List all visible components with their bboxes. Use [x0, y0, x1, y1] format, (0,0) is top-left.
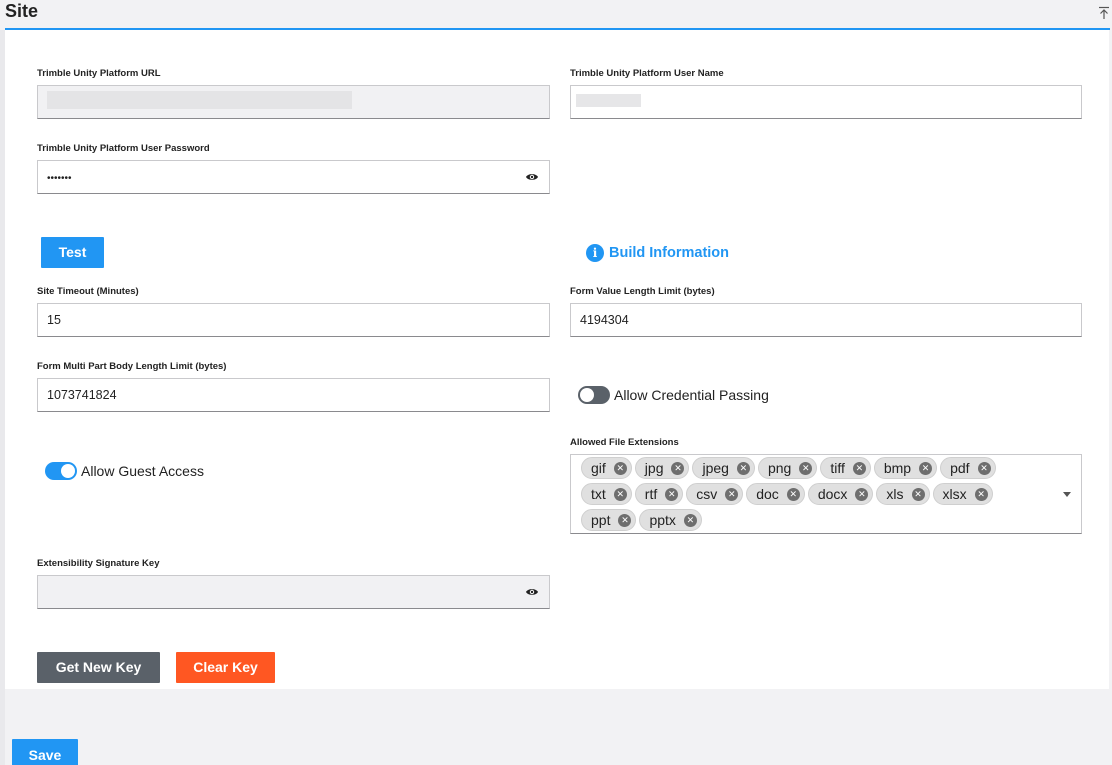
remove-chip-icon[interactable]: ✕ [799, 461, 813, 475]
extension-chip: ppt ✕ [581, 509, 637, 531]
allowed-extensions-select[interactable]: gif ✕ jpg ✕ jpeg ✕ png ✕ tiff ✕ bmp ✕ pdf ✕ txt ✕ rtf ✕ cs… [570, 454, 1082, 534]
extension-chip-label: rtf [644, 486, 658, 502]
redacted-value [47, 91, 352, 109]
extension-chip-label: ppt [591, 512, 611, 528]
extension-chip: doc ✕ [746, 483, 805, 505]
info-icon: i [586, 244, 604, 262]
multipart-limit-input[interactable]: 1073741824 [37, 378, 550, 412]
extension-chip-label: pptx [649, 512, 676, 528]
extension-chip: png ✕ [757, 457, 818, 479]
extension-chip: rtf ✕ [634, 483, 684, 505]
guest-access-toggle[interactable] [45, 462, 77, 480]
remove-chip-icon[interactable]: ✕ [613, 461, 627, 475]
build-information-link[interactable]: i Build Information [586, 244, 729, 262]
remove-chip-icon[interactable]: ✕ [786, 487, 800, 501]
extension-chip: txt ✕ [581, 483, 632, 505]
chevron-down-icon[interactable] [1063, 492, 1071, 497]
toggle-knob [580, 388, 594, 402]
form-value-limit-label: Form Value Length Limit (bytes) [570, 286, 715, 297]
collapse-top-icon[interactable] [1098, 6, 1110, 20]
extension-chip-label: tiff [830, 460, 845, 476]
remove-chip-icon[interactable]: ✕ [618, 513, 632, 527]
toggle-knob [61, 464, 75, 478]
extension-chip-label: csv [696, 486, 718, 502]
extension-chip-label: xlsx [942, 486, 967, 502]
guest-access-toggle-row: Allow Guest Access [45, 462, 204, 480]
platform-password-field[interactable]: ••••••• [37, 160, 550, 194]
build-information-label: Build Information [609, 245, 730, 261]
credential-passing-label: Allow Credential Passing [614, 387, 769, 403]
extension-chip: bmp ✕ [873, 457, 938, 479]
signature-key-field[interactable] [37, 575, 550, 609]
remove-chip-icon[interactable]: ✕ [852, 461, 866, 475]
remove-chip-icon[interactable]: ✕ [911, 487, 925, 501]
remove-chip-icon[interactable]: ✕ [683, 513, 697, 527]
clear-key-button[interactable]: Clear Key [176, 652, 275, 683]
redacted-value [576, 94, 641, 107]
multipart-limit-label: Form Multi Part Body Length Limit (bytes… [37, 361, 227, 372]
remove-chip-icon[interactable]: ✕ [974, 487, 988, 501]
extension-chip-label: gif [591, 460, 606, 476]
platform-password-value: ••••••• [47, 173, 72, 184]
remove-chip-icon[interactable]: ✕ [855, 487, 869, 501]
extension-chip: jpeg ✕ [692, 457, 755, 479]
extension-chip-label: jpeg [702, 460, 729, 476]
extension-chip-label: xls [886, 486, 904, 502]
extension-chip: xlsx ✕ [932, 483, 993, 505]
platform-url-field[interactable] [37, 85, 550, 119]
remove-chip-icon[interactable]: ✕ [977, 461, 991, 475]
credential-passing-toggle-row: Allow Credential Passing [578, 386, 769, 404]
extension-chip: pptx ✕ [639, 509, 702, 531]
extension-chip: tiff ✕ [820, 457, 871, 479]
site-timeout-input[interactable]: 15 [37, 303, 550, 337]
platform-password-label: Trimble Unity Platform User Password [37, 143, 210, 154]
extension-chip-label: docx [817, 486, 848, 502]
credential-passing-toggle[interactable] [578, 386, 610, 404]
extension-chip-label: doc [756, 486, 779, 502]
extension-chip-label: pdf [950, 460, 970, 476]
platform-user-field[interactable] [570, 85, 1082, 119]
remove-chip-icon[interactable]: ✕ [671, 461, 685, 475]
extension-chip-label: txt [591, 486, 606, 502]
test-button[interactable]: Test [41, 237, 104, 268]
extension-chip: pdf ✕ [940, 457, 996, 479]
extension-chip: gif ✕ [581, 457, 632, 479]
eye-icon[interactable] [525, 587, 539, 597]
guest-access-label: Allow Guest Access [81, 463, 204, 479]
extension-chip: jpg ✕ [634, 457, 690, 479]
signature-key-label: Extensibility Signature Key [37, 558, 160, 569]
platform-user-label: Trimble Unity Platform User Name [570, 68, 724, 79]
allowed-extensions-label: Allowed File Extensions [570, 437, 679, 448]
remove-chip-icon[interactable]: ✕ [919, 461, 933, 475]
form-value-limit-input[interactable]: 4194304 [570, 303, 1082, 337]
section-header: Site [0, 0, 1112, 30]
extension-chip: docx ✕ [807, 483, 874, 505]
remove-chip-icon[interactable]: ✕ [665, 487, 679, 501]
extension-chip-label: jpg [644, 460, 664, 476]
remove-chip-icon[interactable]: ✕ [725, 487, 739, 501]
extension-chip-label: png [767, 460, 792, 476]
get-new-key-button[interactable]: Get New Key [37, 652, 160, 683]
page-title: Site [5, 1, 39, 21]
extension-chip: xls ✕ [876, 483, 930, 505]
site-timeout-label: Site Timeout (Minutes) [37, 286, 139, 297]
save-button[interactable]: Save [12, 739, 78, 765]
remove-chip-icon[interactable]: ✕ [736, 461, 750, 475]
extension-chip-label: bmp [883, 460, 912, 476]
eye-icon[interactable] [525, 172, 539, 182]
remove-chip-icon[interactable]: ✕ [613, 487, 627, 501]
platform-url-label: Trimble Unity Platform URL [37, 68, 161, 79]
extension-chip: csv ✕ [686, 483, 744, 505]
extension-chips: gif ✕ jpg ✕ jpeg ✕ png ✕ tiff ✕ bmp ✕ pdf ✕ txt ✕ rtf ✕ cs… [581, 457, 1041, 531]
